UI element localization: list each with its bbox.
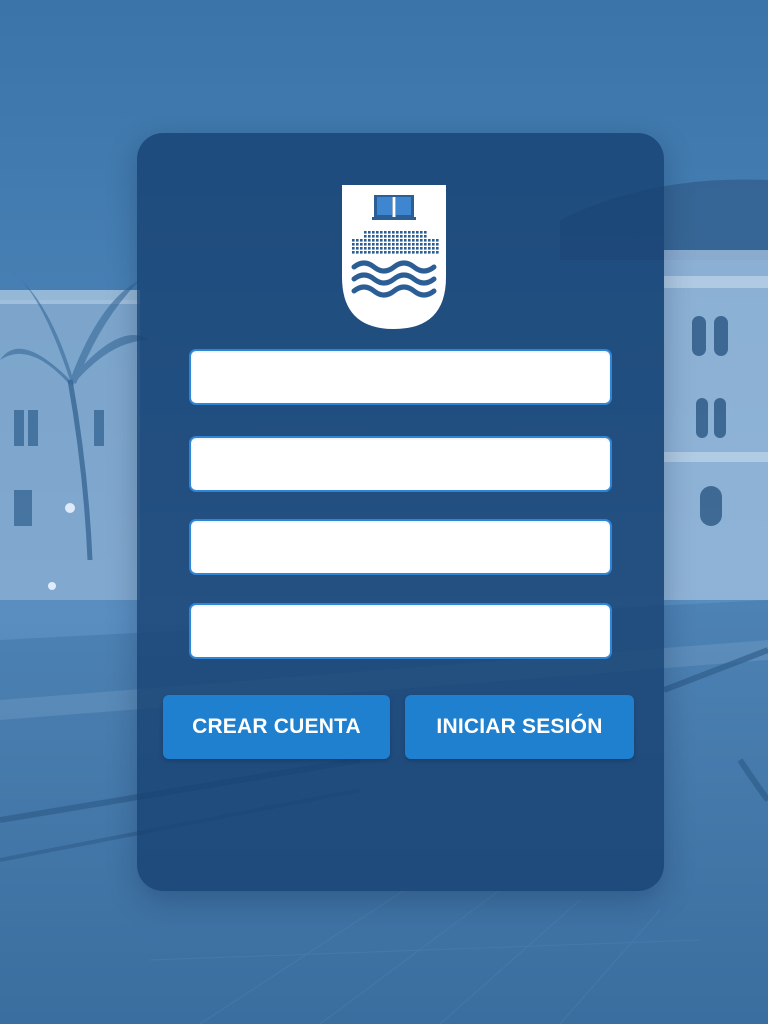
- university-crest-icon: [342, 185, 446, 329]
- form-field-2[interactable]: [189, 436, 612, 492]
- login-button[interactable]: INICIAR SESIÓN: [405, 695, 634, 759]
- open-book-icon: [372, 195, 416, 220]
- form-field-1[interactable]: [189, 349, 612, 405]
- form-field-4[interactable]: [189, 603, 612, 659]
- form-field-3[interactable]: [189, 519, 612, 575]
- create-account-button[interactable]: CREAR CUENTA: [163, 695, 390, 759]
- login-card: CREAR CUENTA INICIAR SESIÓN: [137, 133, 664, 891]
